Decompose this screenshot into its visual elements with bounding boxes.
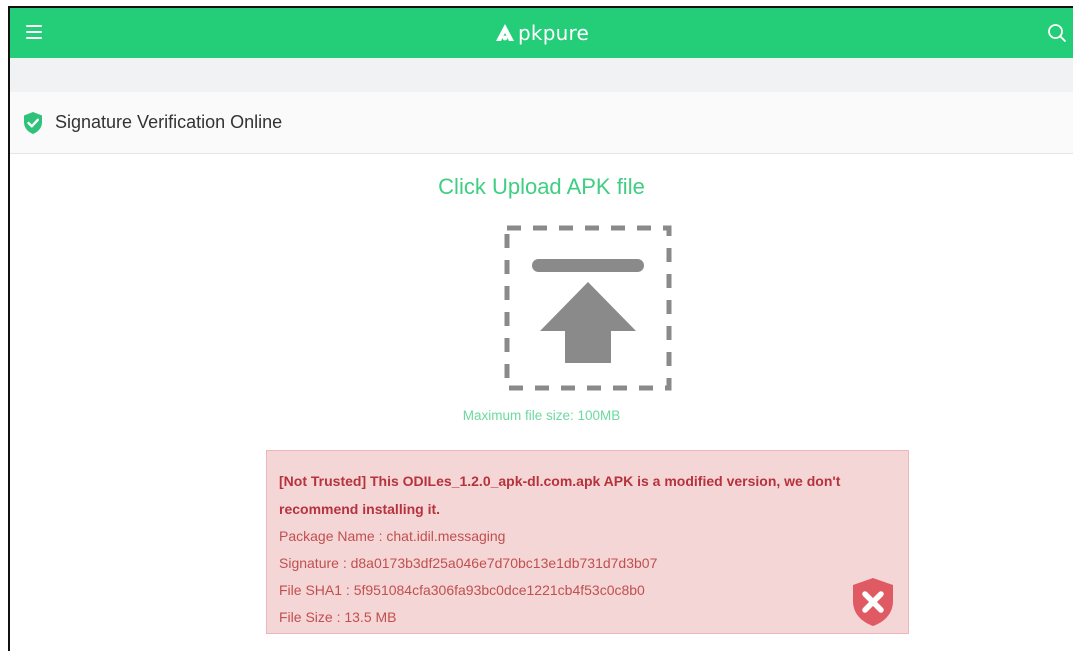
top-navigation-bar: pkpure xyxy=(10,8,1073,58)
browser-frame: pkpure Signature Verification Online Cli… xyxy=(8,6,1073,651)
file-sha1: File SHA1 : 5f951084cfa306fa93bc0dce1221… xyxy=(279,582,645,598)
package-name: Package Name : chat.idil.messaging xyxy=(279,528,506,544)
upload-title[interactable]: Click Upload APK file xyxy=(10,174,1073,200)
signature-value: Signature : d8a0173b3df25a046e7d70bc13e1… xyxy=(279,555,658,571)
menu-icon[interactable] xyxy=(26,25,42,39)
search-icon[interactable] xyxy=(1047,23,1067,43)
logo-text: pkpure xyxy=(518,21,589,45)
upload-arrow-icon xyxy=(504,225,672,391)
page-title: Signature Verification Online xyxy=(55,112,283,132)
shield-x-icon xyxy=(853,578,893,626)
file-size: File Size : 13.5 MB xyxy=(279,609,397,625)
apkpure-logo-icon xyxy=(496,24,515,41)
verification-result-alert: [Not Trusted] This ODILes_1.2.0_apk-dl.c… xyxy=(266,450,909,634)
result-headline: [Not Trusted] This ODILes_1.2.0_apk-dl.c… xyxy=(279,473,841,517)
spacer-band xyxy=(10,58,1073,92)
max-file-size-note: Maximum file size: 100MB xyxy=(462,408,621,423)
shield-check-icon xyxy=(24,111,42,134)
apkpure-logo[interactable]: pkpure xyxy=(494,21,589,45)
tool-header: Signature Verification Online xyxy=(10,92,1073,154)
upload-dropzone[interactable] xyxy=(504,225,672,391)
